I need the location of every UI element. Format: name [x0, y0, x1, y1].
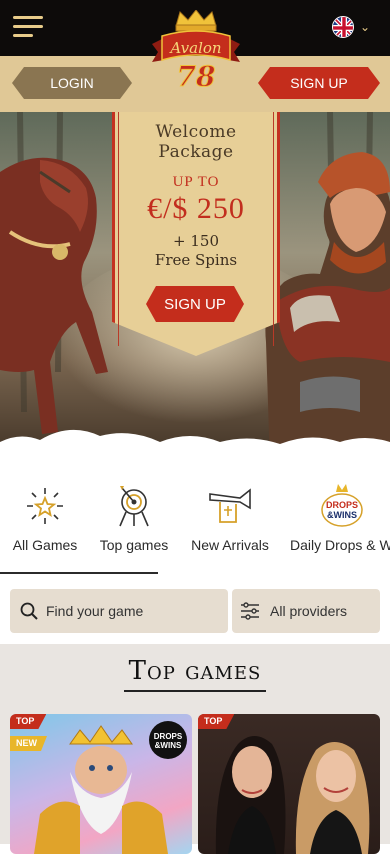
drops-wins-line1: DROPS	[154, 732, 183, 741]
promo-title-line1: Welcome	[155, 122, 237, 142]
promo-title-line2: Package	[158, 142, 234, 162]
drops-wins-icon: DROPS &WINS	[321, 484, 363, 527]
hero-banner: Welcome Package UP TO €/$ 250 + 150 Free…	[0, 112, 390, 464]
tab-label: All Games	[12, 537, 78, 553]
tab-label: New Arrivals	[191, 537, 269, 553]
providers-label: All providers	[270, 603, 348, 619]
signup-button[interactable]: SIGN UP	[258, 67, 380, 99]
promo-spins-line2: Free Spins	[154, 251, 238, 269]
promo-spins: + 150 Free Spins	[112, 232, 280, 270]
login-button[interactable]: LOGIN	[12, 67, 132, 99]
hero-signup-button[interactable]: SIGN UP	[146, 286, 244, 322]
target-easel-icon	[119, 486, 149, 527]
svg-text:&WINS: &WINS	[327, 510, 357, 520]
tab-label: Top games	[99, 537, 169, 553]
trumpet-banner-icon	[209, 488, 251, 523]
search-placeholder: Find your game	[46, 603, 144, 619]
providers-filter[interactable]: All providers	[232, 589, 380, 633]
active-tab-indicator	[0, 572, 158, 574]
svg-text:DROPS: DROPS	[326, 500, 358, 510]
tab-all-games[interactable]: All Games	[0, 474, 90, 574]
game-thumbnail	[215, 736, 370, 854]
uk-flag-icon	[332, 16, 354, 38]
logo-number: 78	[177, 60, 216, 93]
avalon78-logo[interactable]: Avalon 78	[150, 9, 242, 100]
drops-wins-badge: DROPS &WINS	[149, 721, 187, 759]
language-selector[interactable]: ⌄	[332, 16, 370, 38]
tab-top-games[interactable]: Top games	[90, 474, 178, 574]
promo-title: Welcome Package	[112, 122, 280, 162]
promo-spins-line1: + 150	[173, 232, 219, 250]
category-tabs: All Games Top games New Arrivals DROPS &…	[0, 474, 390, 574]
tab-daily-drops-wins[interactable]: DROPS &WINS Daily Drops & Wins	[282, 474, 390, 574]
logo-text: Avalon	[168, 39, 221, 57]
section-title: Top games	[128, 656, 262, 686]
game-card[interactable]: TOP NEW DROPS &WINS	[10, 714, 192, 854]
hamburger-icon[interactable]	[13, 16, 43, 38]
chevron-down-icon: ⌄	[360, 20, 371, 34]
title-underline	[124, 690, 266, 692]
promo-amount: €/$ 250	[147, 192, 245, 225]
game-card[interactable]: TOP	[198, 714, 380, 854]
filter-sliders-icon	[241, 602, 259, 620]
promo-upto: UP TO	[172, 174, 220, 190]
tab-new-arrivals[interactable]: New Arrivals	[178, 474, 282, 574]
drops-wins-line2: &WINS	[155, 741, 182, 750]
search-input[interactable]: Find your game	[10, 589, 228, 633]
search-icon	[20, 602, 38, 620]
new-badge: NEW	[10, 736, 47, 751]
tab-label: Daily Drops & Wins	[290, 537, 390, 553]
stars-burst-icon	[27, 488, 63, 524]
